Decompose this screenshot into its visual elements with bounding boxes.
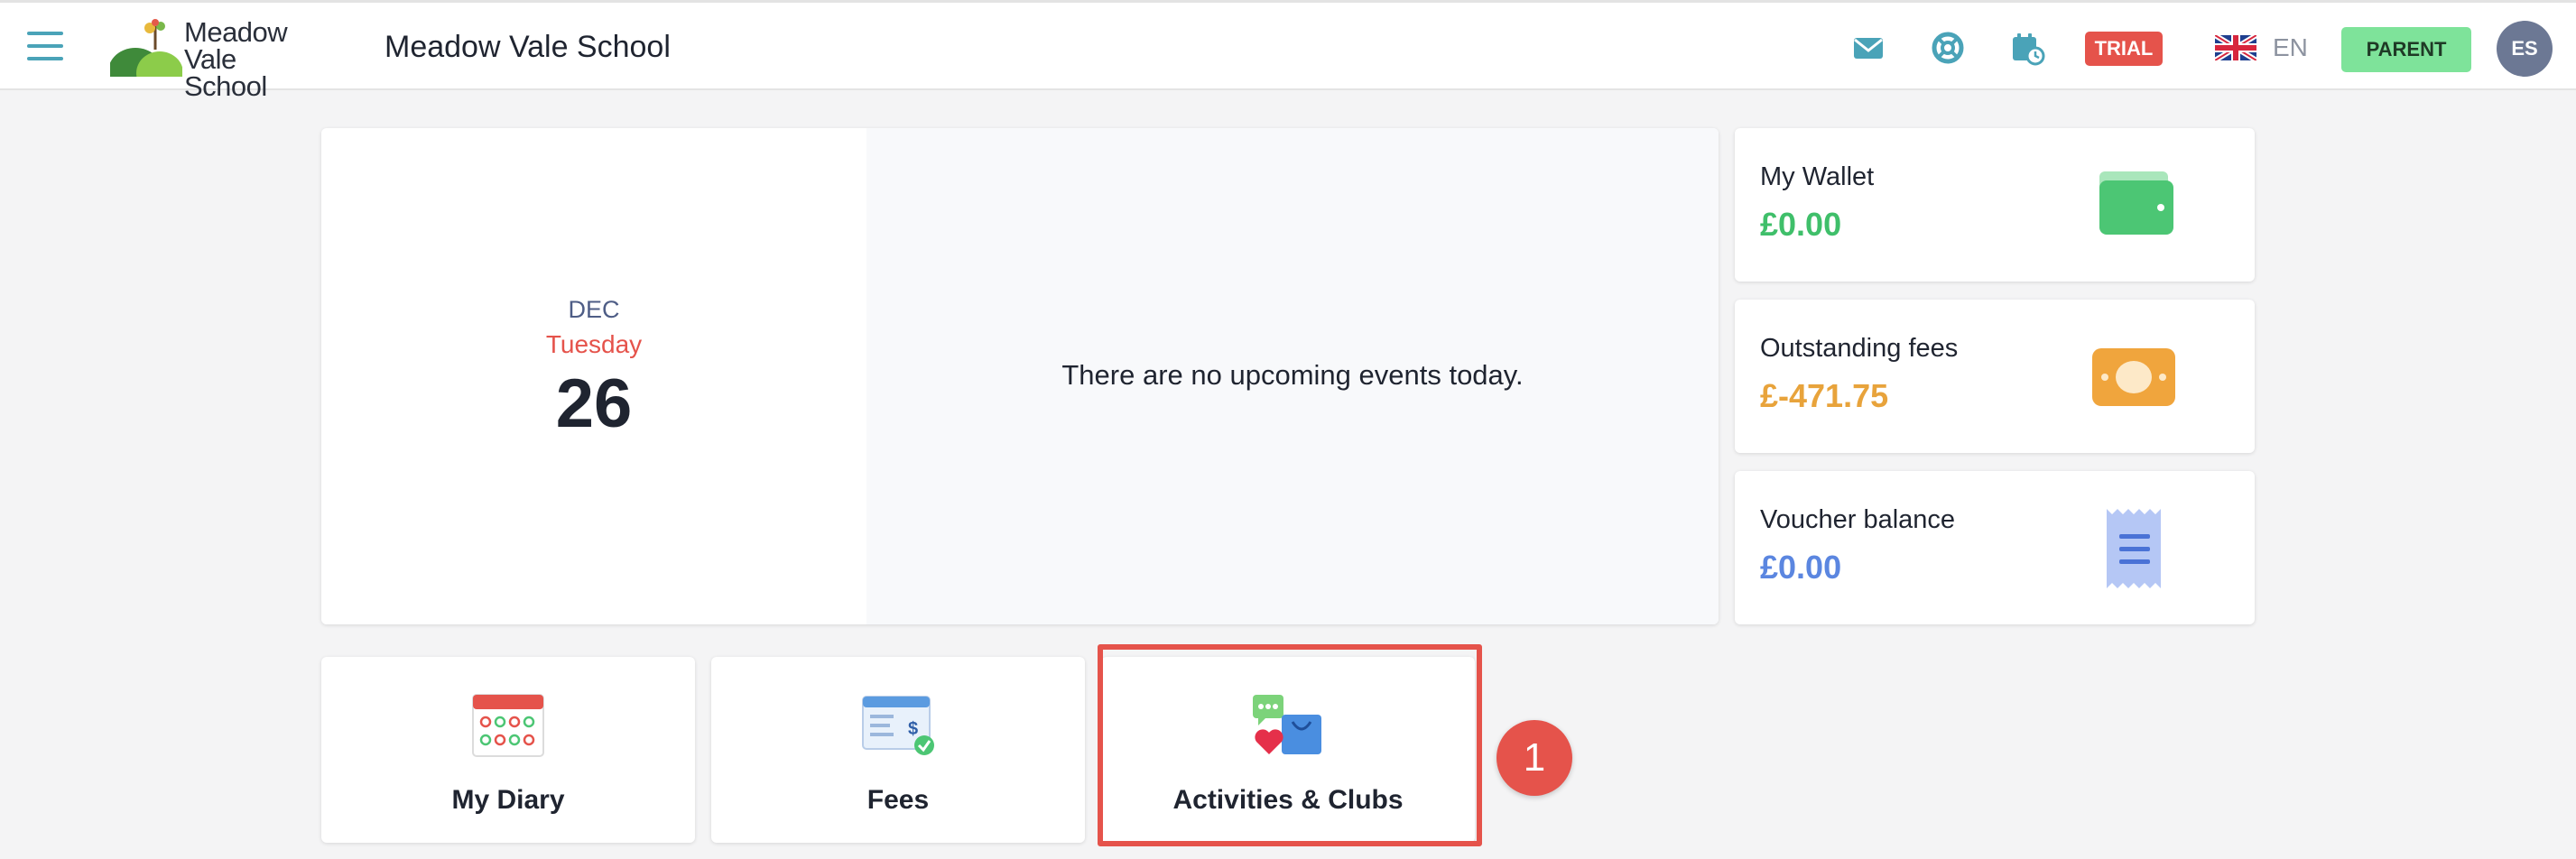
diary-calendar-icon [469, 691, 547, 758]
menu-icon[interactable] [27, 32, 63, 60]
fees-label: Fees [866, 785, 930, 815]
date-day-number: 26 [555, 365, 633, 442]
activities-clubs-label: Activities & Clubs [1172, 785, 1404, 815]
calendar-clock-icon[interactable] [2009, 30, 2045, 66]
my-diary-tile[interactable]: My Diary [321, 657, 695, 843]
date-panel: DEC Tuesday 26 [321, 128, 866, 624]
school-name: Meadow Vale School [385, 30, 671, 64]
date-month: DEC [568, 296, 620, 323]
my-diary-label: My Diary [451, 785, 565, 815]
activities-shopping-bag-icon [1249, 691, 1327, 758]
outstanding-fees-card[interactable]: Outstanding fees £-471.75 [1735, 300, 2255, 453]
fees-invoice-icon: $ [859, 691, 937, 758]
outstanding-fees-label: Outstanding fees [1760, 334, 1959, 363]
logo-text: Meadow Vale School [184, 16, 288, 102]
svg-text:$: $ [908, 719, 918, 739]
wallet-icon [2087, 162, 2177, 249]
top-navigation-bar: Meadow Vale School Meadow Vale School TR [0, 0, 2576, 100]
wallet-value: £0.00 [1760, 206, 1842, 243]
outstanding-fees-value: £-471.75 [1760, 377, 1889, 414]
school-logo-mark-icon [108, 19, 183, 95]
language-selector[interactable]: EN [2273, 33, 2308, 62]
support-lifebuoy-icon[interactable] [1930, 30, 1966, 66]
wallet-label: My Wallet [1760, 162, 1875, 191]
school-logo[interactable]: Meadow Vale School [108, 18, 318, 100]
wallet-card[interactable]: My Wallet £0.00 [1735, 128, 2255, 282]
date-weekday: Tuesday [545, 330, 643, 358]
receipt-icon [2087, 505, 2177, 592]
voucher-balance-card[interactable]: Voucher balance £0.00 [1735, 471, 2255, 624]
uk-flag-icon[interactable] [2213, 32, 2258, 63]
voucher-balance-value: £0.00 [1760, 549, 1842, 586]
step-number-badge: 1 [1496, 720, 1572, 796]
todays-events-card: DEC Tuesday 26 There are no upcoming eve… [321, 128, 1719, 624]
banknote-icon [2087, 334, 2177, 420]
trial-badge[interactable]: TRIAL [2085, 32, 2163, 66]
no-events-message: There are no upcoming events today. [1061, 359, 1524, 391]
role-switch-button[interactable]: PARENT [2341, 27, 2471, 72]
activities-clubs-tile[interactable]: Activities & Clubs [1101, 657, 1475, 843]
fees-tile[interactable]: $ Fees [711, 657, 1085, 843]
user-avatar[interactable]: ES [2497, 21, 2553, 77]
mail-icon[interactable] [1850, 30, 1886, 66]
voucher-balance-label: Voucher balance [1760, 505, 1956, 534]
events-panel: There are no upcoming events today. [866, 128, 1719, 624]
